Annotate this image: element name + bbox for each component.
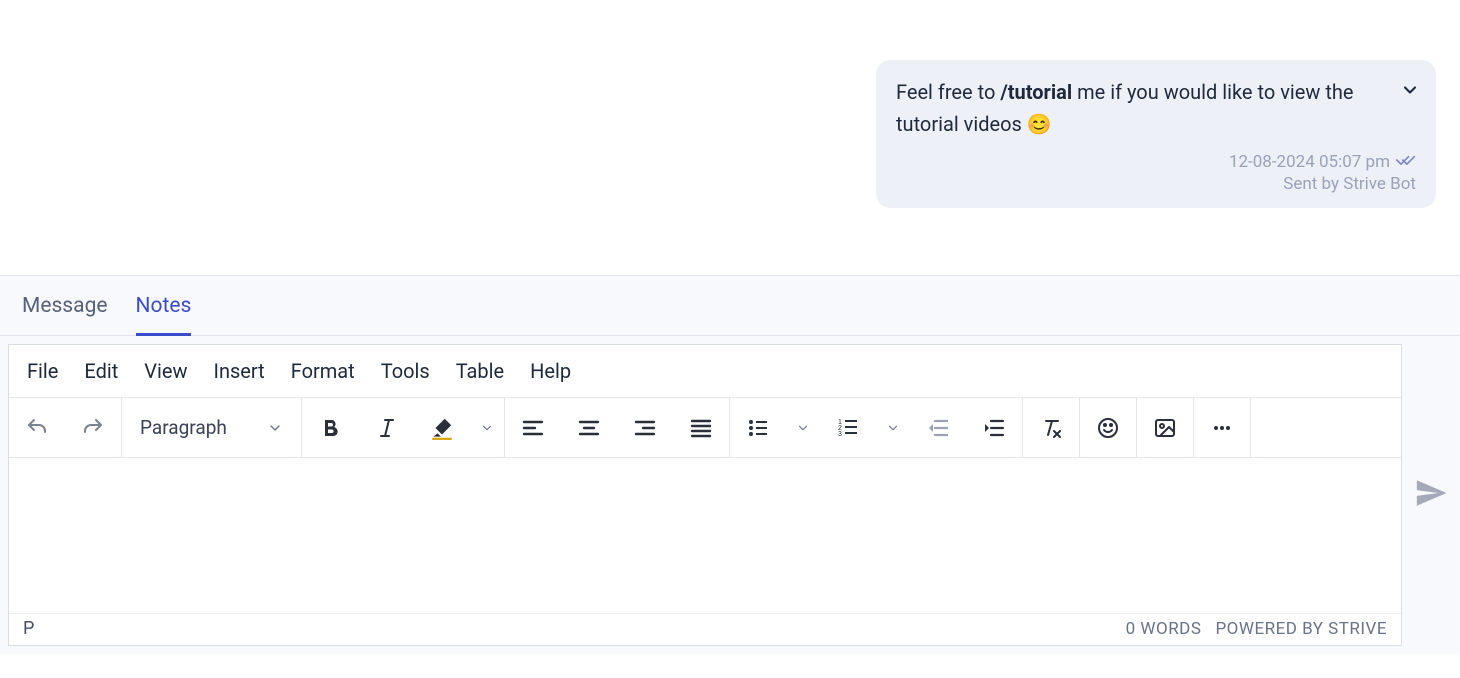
read-receipt-icon — [1396, 152, 1416, 172]
menu-insert[interactable]: Insert — [214, 359, 265, 383]
undo-button[interactable] — [9, 398, 65, 457]
chat-message-sender: Sent by Strive Bot — [896, 174, 1416, 194]
align-right-button[interactable] — [617, 398, 673, 457]
editor-row: File Edit View Insert Format Tools Table… — [0, 336, 1460, 654]
image-button[interactable] — [1137, 398, 1193, 457]
smile-emoji-icon: 😊 — [1027, 112, 1052, 136]
expand-message-button[interactable] — [1398, 78, 1422, 102]
editor-toolbar: Paragraph — [9, 398, 1401, 458]
italic-button[interactable] — [358, 398, 414, 457]
indent-button[interactable] — [966, 398, 1022, 457]
chevron-down-icon — [267, 420, 283, 436]
message-text-prefix: Feel free to — [896, 80, 1000, 104]
align-left-button[interactable] — [505, 398, 561, 457]
editor-status-bar: P 0 WORDS POWERED BY STRIVE — [9, 613, 1401, 645]
bold-button[interactable] — [302, 398, 358, 457]
chat-message-bubble: Feel free to /tutorial me if you would l… — [876, 60, 1436, 208]
chat-area: Feel free to /tutorial me if you would l… — [0, 0, 1460, 275]
redo-button[interactable] — [65, 398, 121, 457]
editor-menu-bar: File Edit View Insert Format Tools Table… — [9, 345, 1401, 398]
clear-formatting-button[interactable] — [1023, 398, 1079, 457]
menu-view[interactable]: View — [144, 359, 187, 383]
menu-help[interactable]: Help — [530, 359, 571, 383]
tab-message[interactable]: Message — [22, 276, 108, 335]
emoji-button[interactable] — [1080, 398, 1136, 457]
send-button[interactable] — [1414, 476, 1448, 514]
menu-tools[interactable]: Tools — [381, 359, 430, 383]
powered-by-label: POWERED BY STRIVE — [1215, 619, 1387, 639]
editor-content-area[interactable] — [9, 458, 1401, 613]
block-format-label: Paragraph — [140, 416, 227, 439]
align-justify-button[interactable] — [673, 398, 729, 457]
chat-message-text: Feel free to /tutorial me if you would l… — [896, 76, 1416, 140]
highlight-dropdown-button[interactable] — [470, 398, 504, 457]
word-count[interactable]: 0 WORDS — [1126, 619, 1202, 639]
numbered-list-dropdown-button[interactable] — [876, 398, 910, 457]
bullet-list-button[interactable] — [730, 398, 786, 457]
highlight-button[interactable] — [414, 398, 470, 457]
block-format-select[interactable]: Paragraph — [122, 398, 301, 457]
message-command: /tutorial — [1000, 80, 1072, 104]
align-center-button[interactable] — [561, 398, 617, 457]
tab-notes[interactable]: Notes — [136, 276, 192, 335]
composer-tabs: Message Notes — [0, 276, 1460, 336]
bullet-list-dropdown-button[interactable] — [786, 398, 820, 457]
rich-text-editor: File Edit View Insert Format Tools Table… — [8, 344, 1402, 646]
svg-text:3: 3 — [838, 431, 842, 438]
menu-table[interactable]: Table — [456, 359, 504, 383]
outdent-button[interactable] — [910, 398, 966, 457]
more-button[interactable] — [1194, 398, 1250, 457]
menu-file[interactable]: File — [27, 359, 58, 383]
composer: Message Notes File Edit View Insert Form… — [0, 275, 1460, 654]
chat-message-meta: 12-08-2024 05:07 pm Sent by Strive Bot — [896, 152, 1416, 194]
chat-message-timestamp: 12-08-2024 05:07 pm — [1229, 152, 1416, 172]
menu-format[interactable]: Format — [291, 359, 355, 383]
editor-element-path[interactable]: P — [23, 618, 34, 639]
send-column — [1402, 336, 1460, 654]
menu-edit[interactable]: Edit — [84, 359, 118, 383]
timestamp-text: 12-08-2024 05:07 pm — [1229, 152, 1390, 172]
numbered-list-button[interactable]: 123 — [820, 398, 876, 457]
